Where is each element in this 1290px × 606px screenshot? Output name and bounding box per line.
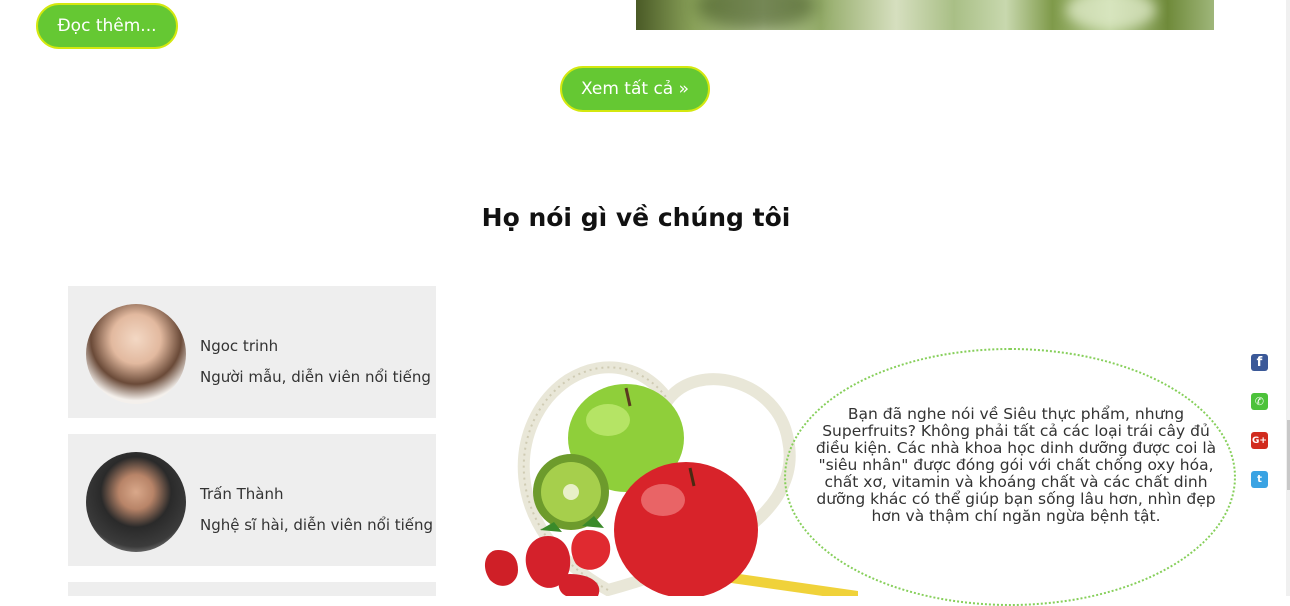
testimonial-name: Ngoc trinh (200, 337, 279, 355)
avatar (86, 304, 186, 404)
facebook-icon[interactable]: f (1251, 354, 1268, 371)
scrollbar-track[interactable] (1286, 0, 1290, 596)
testimonial-card (68, 582, 436, 596)
google-plus-icon[interactable]: G+ (1251, 432, 1268, 449)
phone-icon[interactable]: ✆ (1251, 393, 1268, 410)
testimonial-card: Trấn Thành Nghệ sĩ hài, diễn viên nổi ti… (68, 434, 436, 566)
article-image (636, 0, 1214, 30)
view-all-button[interactable]: Xem tất cả » (560, 66, 710, 112)
testimonial-name: Trấn Thành (200, 485, 284, 503)
twitter-icon[interactable]: t (1251, 471, 1268, 488)
testimonial-role: Nghệ sĩ hài, diễn viên nổi tiếng (200, 516, 434, 534)
section-title: Họ nói gì về chúng tôi (481, 203, 791, 232)
testimonial-role: Người mẫu, diễn viên nổi tiếng (200, 368, 431, 386)
read-more-button[interactable]: Đọc thêm... (36, 3, 178, 49)
avatar (86, 452, 186, 552)
testimonial-quote: Bạn đã nghe nói về Siêu thực phẩm, nhưng… (815, 405, 1217, 525)
testimonial-card: Ngoc trinh Người mẫu, diễn viên nổi tiến… (68, 286, 436, 418)
